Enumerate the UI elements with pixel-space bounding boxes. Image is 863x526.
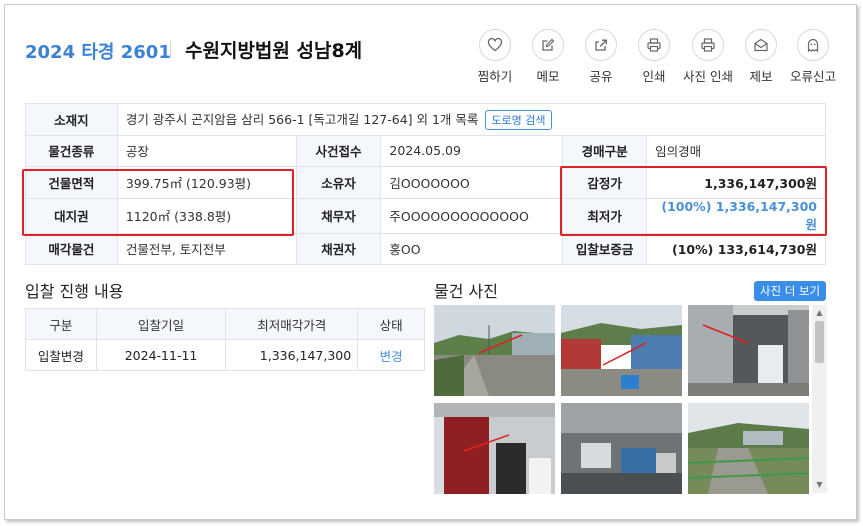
location-value: 경기 광주시 곤지암읍 삼리 566-1 [독고개길 127-64] 외 1개 …: [125, 111, 479, 127]
photo-scrollbar[interactable]: ▲ ▼: [812, 305, 827, 493]
print-label: 인쇄: [642, 69, 666, 84]
court-name: 수원지방법원 성남8계: [185, 40, 363, 62]
bid-type: 입찰변경: [25, 339, 97, 371]
more-photos-button[interactable]: 사진 더 보기: [754, 281, 826, 301]
property-photo[interactable]: [434, 403, 555, 494]
bid-section-title: 입찰 진행 내용: [25, 282, 124, 301]
appraisal-label: 감정가: [562, 166, 648, 199]
table-row: 대지권 1120㎡ (338.8평) 채무자 주OOOOOOOOOOOOO 최저…: [25, 197, 826, 234]
bid-progress-table: 구분 입찰기일 최저매각가격 상태 입찰변경 2024-11-11 1,336,…: [25, 308, 425, 371]
report-label: 제보: [749, 69, 773, 84]
page-frame: 2024 타경 2601 수원지방법원 성남8계 찜하기 메모 공유 인쇄 사진…: [4, 4, 857, 520]
favorite-button[interactable]: 찜하기: [467, 29, 523, 85]
min-price-value: (100%) 1,336,147,300원: [646, 197, 826, 234]
column-header: 구분: [25, 308, 97, 340]
print-icon: [638, 29, 670, 61]
photo-print-button[interactable]: 사진 인쇄: [680, 29, 736, 85]
share-label: 공유: [589, 69, 613, 84]
sale-items-label: 매각물건: [25, 232, 118, 265]
location-label: 소재지: [25, 103, 118, 136]
table-header-row: 구분 입찰기일 최저매각가격 상태: [25, 308, 425, 340]
memo-button[interactable]: 메모: [520, 29, 576, 85]
appraisal-value: 1,336,147,300원: [646, 166, 826, 199]
title-divider: [170, 41, 171, 59]
scroll-up-icon[interactable]: ▲: [812, 307, 827, 319]
property-photo[interactable]: [688, 305, 809, 396]
debtor-label: 채무자: [295, 197, 382, 234]
owner-label: 소유자: [295, 166, 382, 199]
building-area-label: 건물면적: [25, 166, 118, 199]
memo-icon: [532, 29, 564, 61]
land-value: 1120㎡ (338.8평): [116, 197, 297, 234]
ghost-icon: [797, 29, 829, 61]
memo-label: 메모: [536, 69, 560, 84]
share-button[interactable]: 공유: [573, 29, 629, 85]
property-photo[interactable]: [434, 305, 555, 396]
column-header: 최저매각가격: [225, 308, 359, 340]
column-header: 상태: [357, 308, 425, 340]
table-row: 건물면적 399.75㎡ (120.93평) 소유자 김OOOOOOO 감정가 …: [25, 166, 826, 199]
received-label: 사건접수: [295, 134, 382, 167]
debtor-value: 주OOOOOOOOOOOOO: [380, 197, 564, 234]
creditor-label: 채권자: [295, 232, 382, 265]
building-area-value: 399.75㎡ (120.93평): [116, 166, 297, 199]
share-icon: [585, 29, 617, 61]
photo-section-title: 물건 사진: [434, 282, 498, 301]
deposit-value: (10%) 133,614,730원: [646, 232, 826, 265]
location-cell: 경기 광주시 곤지암읍 삼리 566-1 [독고개길 127-64] 외 1개 …: [116, 103, 827, 136]
error-report-label: 오류신고: [789, 69, 836, 84]
creditor-value: 홍OO: [380, 232, 564, 265]
table-row: 소재지 경기 광주시 곤지암읍 삼리 566-1 [독고개길 127-64] 외…: [25, 103, 827, 136]
photo-print-icon: [692, 29, 724, 61]
sale-items-value: 건물전부, 토지전부: [116, 232, 297, 265]
property-photo[interactable]: [688, 403, 809, 494]
land-label: 대지권: [25, 197, 118, 234]
mail-icon: [745, 29, 777, 61]
bid-min-price: 1,336,147,300: [225, 339, 359, 371]
table-row: 입찰변경 2024-11-11 1,336,147,300 변경: [25, 339, 425, 371]
column-header: 입찰기일: [95, 308, 227, 340]
favorite-label: 찜하기: [477, 69, 513, 84]
bid-date: 2024-11-11: [95, 339, 227, 371]
auction-type-label: 경매구분: [562, 134, 648, 167]
heart-icon: [479, 29, 511, 61]
owner-value: 김OOOOOOO: [380, 166, 564, 199]
min-price-label: 최저가: [562, 197, 648, 234]
bid-status: 변경: [357, 339, 425, 371]
case-number: 2024 타경 2601: [25, 42, 171, 63]
photo-print-label: 사진 인쇄: [683, 69, 733, 84]
table-row: 물건종류 공장 사건접수 2024.05.09 경매구분 임의경매: [25, 134, 826, 167]
table-row: 매각물건 건물전부, 토지전부 채권자 홍OO 입찰보증금 (10%) 133,…: [25, 232, 826, 265]
error-report-button[interactable]: 오류신고: [785, 29, 841, 85]
type-label: 물건종류: [25, 134, 118, 167]
property-info-table: 소재지 경기 광주시 곤지암읍 삼리 566-1 [독고개길 127-64] 외…: [25, 103, 827, 265]
type-value: 공장: [116, 134, 297, 167]
scrollbar-thumb[interactable]: [815, 321, 824, 363]
property-photo[interactable]: [561, 403, 682, 494]
property-photo[interactable]: [561, 305, 682, 396]
report-button[interactable]: 제보: [733, 29, 789, 85]
auction-type-value: 임의경매: [646, 134, 826, 167]
road-search-button[interactable]: 도로명 검색: [485, 109, 552, 130]
deposit-label: 입찰보증금: [562, 232, 648, 265]
print-button[interactable]: 인쇄: [626, 29, 682, 85]
received-value: 2024.05.09: [380, 134, 564, 167]
scroll-down-icon[interactable]: ▼: [812, 479, 827, 491]
